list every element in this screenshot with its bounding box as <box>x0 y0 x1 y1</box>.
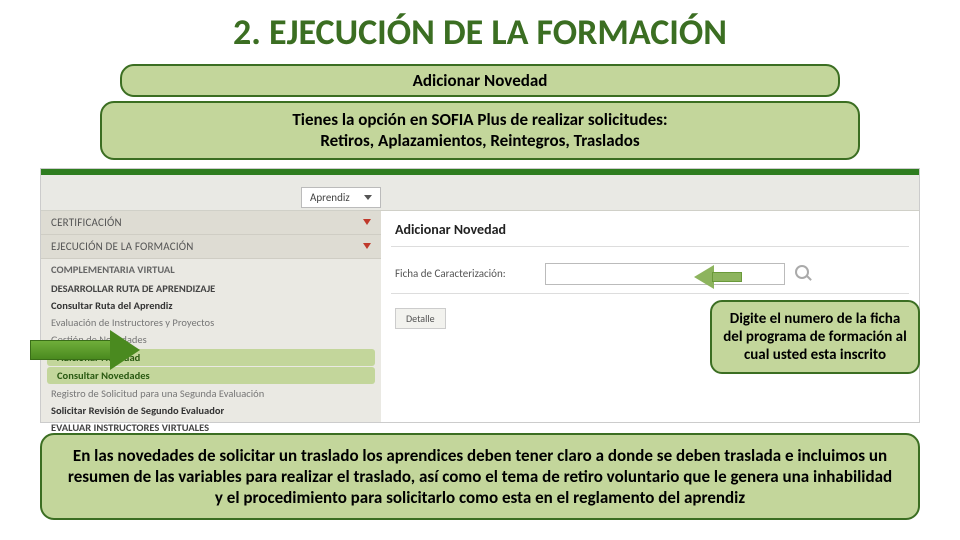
menu-registro-solicitud[interactable]: Registro de Solicitud para una Segunda E… <box>41 385 381 402</box>
ficha-label: Ficha de Caracterización: <box>395 267 535 280</box>
role-select-label: Aprendiz <box>310 191 350 204</box>
divider <box>391 293 909 294</box>
sidebar: CERTIFICACIÓN EJECUCIÓN DE LA FORMACIÓN … <box>41 211 381 422</box>
divider <box>391 246 909 247</box>
embedded-screenshot: Aprendiz CERTIFICACIÓN EJECUCIÓN DE LA F… <box>40 168 920 423</box>
menu-evaluar-instructores[interactable]: EVALUAR INSTRUCTORES VIRTUALES <box>41 419 381 436</box>
pill-bottom-note: En las novedades de solicitar un traslad… <box>40 433 920 521</box>
menu-desarrollar-ruta[interactable]: DESARROLLAR RUTA DE APRENDIZAJE <box>41 280 381 297</box>
role-select[interactable]: Aprendiz <box>301 187 381 208</box>
menu-consultar-novedades[interactable]: Consultar Novedades <box>47 367 375 384</box>
arrow-left-icon <box>30 332 150 368</box>
topbar: Aprendiz <box>41 175 919 211</box>
accordion-label: CERTIFICACIÓN <box>51 216 122 229</box>
chevron-down-icon <box>364 195 372 200</box>
collapse-icon <box>363 243 371 249</box>
pill-opciones-line2: Retiros, Aplazamientos, Reintegros, Tras… <box>320 130 639 151</box>
collapse-icon <box>363 219 371 225</box>
pill-opciones-sofia: Tienes la opción en SOFIA Plus de realiz… <box>100 101 860 160</box>
pill-opciones-line1: Tienes la opción en SOFIA Plus de realiz… <box>292 109 667 130</box>
page-title: 2. EJECUCIÓN DE LA FORMACIÓN <box>0 0 960 60</box>
detalle-button[interactable]: Detalle <box>395 308 446 329</box>
callout-digite-ficha: Digite el numero de la ficha del program… <box>710 300 920 374</box>
callout-arrow-icon <box>694 266 742 288</box>
search-icon[interactable] <box>795 265 813 283</box>
accordion-certificacion[interactable]: CERTIFICACIÓN <box>41 211 381 235</box>
menu-solicitar-revision[interactable]: Solicitar Revisión de Segundo Evaluador <box>41 402 381 419</box>
menu-evaluacion-instructores[interactable]: Evaluación de Instructores y Proyectos <box>41 314 381 331</box>
accordion-label: EJECUCIÓN DE LA FORMACIÓN <box>51 240 194 253</box>
pill-adicionar-novedad: Adicionar Novedad <box>120 64 840 97</box>
menu-consultar-ruta[interactable]: Consultar Ruta del Aprendiz <box>41 297 381 314</box>
panel-title: Adicionar Novedad <box>381 211 919 242</box>
accordion-ejecucion[interactable]: EJECUCIÓN DE LA FORMACIÓN <box>41 235 381 259</box>
ficha-row: Ficha de Caracterización: <box>381 251 919 289</box>
ficha-input[interactable] <box>545 263 785 285</box>
menu-complementaria[interactable]: COMPLEMENTARIA VIRTUAL <box>41 259 381 280</box>
